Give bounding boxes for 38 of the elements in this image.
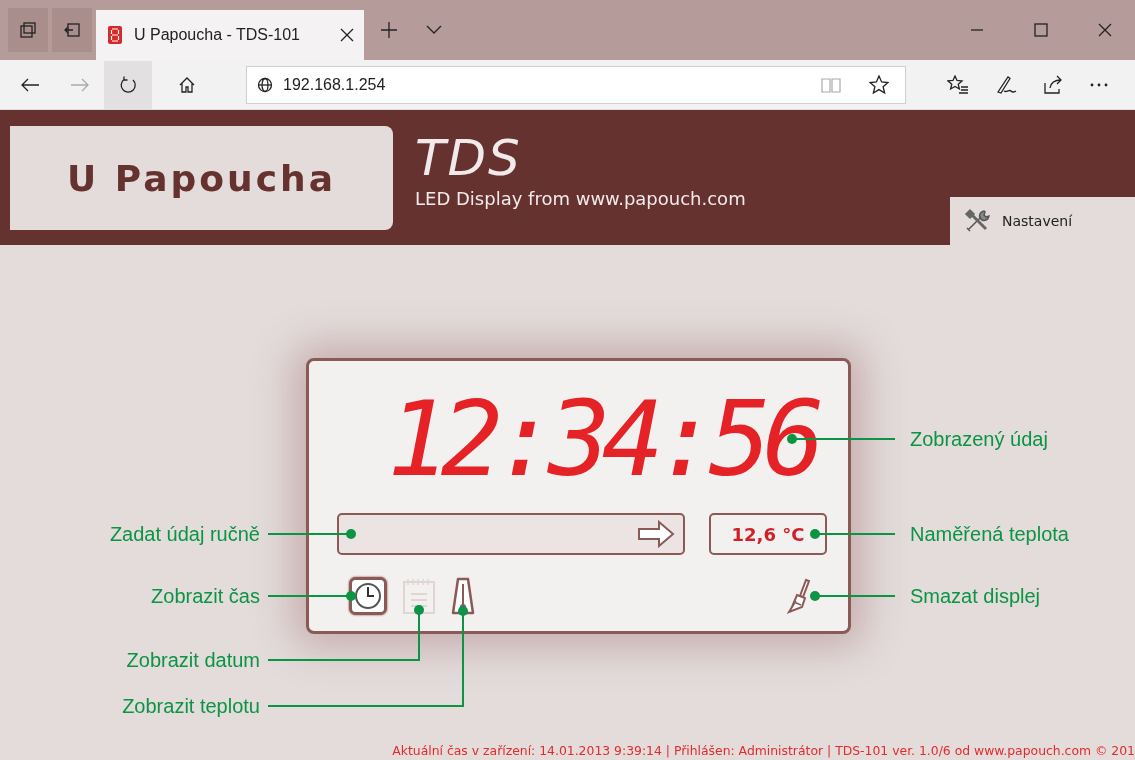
led-display-value: 12:34:56 <box>387 384 816 494</box>
annotation-label: Zobrazit datum <box>126 648 260 673</box>
annotation-label: Naměřená teplota <box>910 522 1069 547</box>
browser-tab[interactable]: U Papoucha - TDS-101 <box>96 10 364 60</box>
settings-tab[interactable]: Nastavení <box>950 197 1135 245</box>
tabs-icon[interactable] <box>20 22 36 38</box>
product-name: TDS <box>415 130 523 186</box>
annotation-label: Zadat údaj ručně <box>109 522 260 547</box>
globe-icon <box>257 76 273 93</box>
more-icon[interactable] <box>1089 81 1109 88</box>
temperature-value: 12,6 °C <box>709 513 827 555</box>
annotation-label: Smazat displej <box>910 584 1041 609</box>
annotation-label: Zobrazený údaj <box>910 427 1048 452</box>
favorites-list-icon[interactable] <box>947 74 969 95</box>
set-aside-tabs-icon[interactable] <box>64 22 80 38</box>
brush-icon[interactable] <box>786 578 812 614</box>
close-icon[interactable] <box>340 28 354 42</box>
manual-input-field[interactable] <box>337 513 685 555</box>
logo-text: U Papoucha <box>67 157 336 199</box>
refresh-icon[interactable] <box>119 75 137 94</box>
home-icon[interactable] <box>178 75 196 94</box>
tools-icon <box>964 208 992 234</box>
arrow-right-icon[interactable] <box>637 520 675 548</box>
annotation-label: Zobrazit čas <box>151 584 260 609</box>
pen-icon[interactable] <box>995 74 1017 95</box>
clock-icon[interactable] <box>349 577 387 615</box>
plus-icon[interactable] <box>380 21 398 39</box>
star-icon[interactable] <box>869 74 889 95</box>
chevron-down-icon[interactable] <box>426 25 442 35</box>
maximize-icon[interactable] <box>1034 23 1048 37</box>
annotation-label: Zobrazit teplotu <box>122 694 260 719</box>
back-arrow-icon[interactable] <box>20 76 40 93</box>
status-bar-text: Aktuální čas v zařízení: 14.01.2013 9:39:14 | Přihlášen: Administrátor | TDS-101 ver. 1.0/6 od www.papouch.com © 201 <box>392 743 1135 758</box>
address-field[interactable]: 192.168.1.254 <box>246 65 906 104</box>
close-icon[interactable] <box>1098 23 1112 37</box>
seven-segment-icon <box>108 26 122 44</box>
share-icon[interactable] <box>1043 74 1063 95</box>
product-subtitle: LED Display from www.papouch.com <box>415 188 746 209</box>
